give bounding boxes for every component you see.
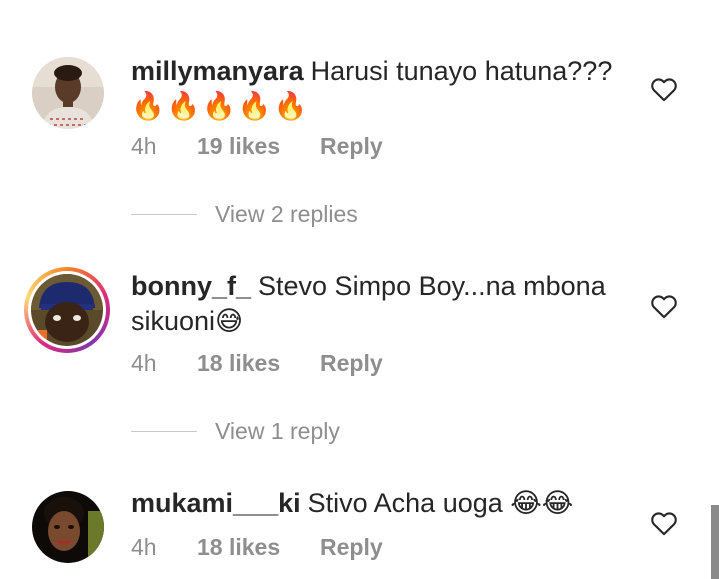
comment-emoji: 🔥🔥🔥🔥🔥 [131,91,310,121]
avatar[interactable] [32,491,104,563]
avatar[interactable] [32,57,104,129]
heart-outline-icon[interactable] [650,510,678,536]
comment-body: Stivo Acha uoga 😂😂 [307,488,574,518]
replies-divider [131,213,197,215]
comment-text: bonny_f_ Stevo Simpo Boy...na mbona sikuo… [131,269,641,339]
comment-likes[interactable]: 18 likes [197,534,320,561]
reply-button[interactable]: Reply [320,133,383,160]
comment-meta: 4h 18 likes Reply [131,350,383,377]
comment-likes[interactable]: 19 likes [197,133,320,160]
comment-time: 4h [131,350,157,376]
comment-meta: 4h 19 likes Reply [131,133,383,160]
comment-username[interactable]: millymanyara [131,56,304,86]
story-ring[interactable] [24,267,110,353]
heart-outline-icon[interactable] [650,76,678,102]
view-replies-label: View 2 replies [215,200,358,227]
reply-button[interactable]: Reply [320,534,383,561]
replies-divider [131,430,197,432]
comment-username[interactable]: bonny_f_ [131,271,251,301]
comment-body: Harusi tunayo hatuna??? [310,56,613,86]
comment-text: mukami___ki Stivo Acha uoga 😂😂 [131,486,641,521]
comment-time: 4h [131,133,157,159]
scrollbar[interactable] [711,505,719,579]
view-replies-button[interactable]: View 1 reply [131,416,340,446]
comment-time: 4h [131,534,157,560]
comment-username[interactable]: mukami___ki [131,488,301,518]
view-replies-label: View 1 reply [215,417,340,444]
view-replies-button[interactable]: View 2 replies [131,199,358,229]
comment-likes[interactable]: 18 likes [197,350,320,377]
heart-outline-icon[interactable] [650,293,678,319]
comment-text: millymanyara Harusi tunayo hatuna??? 🔥🔥🔥🔥… [131,54,641,124]
comment-meta: 4h 18 likes Reply [131,534,383,561]
reply-button[interactable]: Reply [320,350,383,377]
avatar [31,274,103,346]
